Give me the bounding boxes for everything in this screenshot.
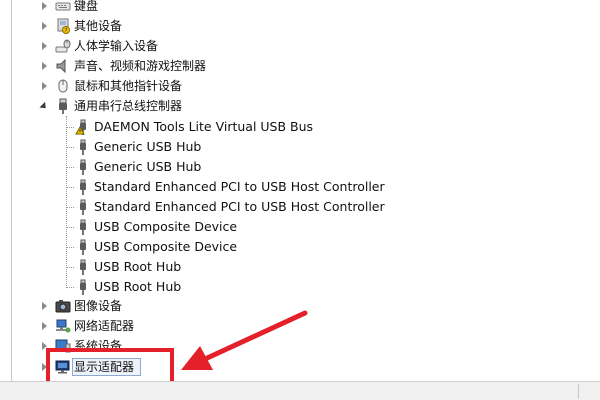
tree-guide-line xyxy=(66,167,74,168)
expand-arrow-icon[interactable] xyxy=(39,61,49,71)
tree-item-label: Generic USB Hub xyxy=(94,139,202,154)
expand-arrow-icon[interactable] xyxy=(39,301,49,311)
tree-guide-line xyxy=(66,207,74,208)
usb-plug-icon xyxy=(80,239,86,255)
expand-arrow-icon[interactable] xyxy=(39,21,49,31)
tree-item-label: 图像设备 xyxy=(74,299,123,313)
tree-guide-line xyxy=(66,287,74,288)
tree-guide-line xyxy=(66,247,74,248)
tree-item-imaging-devices[interactable]: 图像设备 xyxy=(38,296,122,316)
tree-item-label: USB Root Hub xyxy=(94,259,182,274)
usb-plug-icon xyxy=(80,179,86,195)
usb-plug-icon xyxy=(80,159,86,175)
usb-icon xyxy=(59,98,67,114)
unknown-device-icon: ? xyxy=(57,18,70,34)
speaker-icon xyxy=(56,58,66,74)
tree-item-label: 通用串行总线控制器 xyxy=(74,99,183,113)
expand-arrow-icon[interactable] xyxy=(39,1,49,11)
tree-guide-line xyxy=(66,116,67,288)
tree-item-generic-usb-hub[interactable]: Generic USB Hub xyxy=(75,137,201,157)
tree-item-label: Generic USB Hub xyxy=(94,159,202,174)
mouse-icon xyxy=(58,79,68,93)
tree-item-sound[interactable]: 声音、视频和游戏控制器 xyxy=(38,56,206,76)
expand-arrow-icon[interactable] xyxy=(39,81,49,91)
tree-item-label: DAEMON Tools Lite Virtual USB Bus xyxy=(94,119,314,134)
tree-guide-line xyxy=(66,127,74,128)
tree-item-hid[interactable]: 人体学输入设备 xyxy=(38,36,158,56)
pane-border xyxy=(11,0,12,381)
tree-item-label: USB Composite Device xyxy=(94,239,238,254)
tree-item-pci-usb-host-controller[interactable]: Standard Enhanced PCI to USB Host Contro… xyxy=(75,177,385,197)
expand-arrow-icon[interactable] xyxy=(39,41,49,51)
network-icon xyxy=(56,319,71,333)
tree-guide-line xyxy=(66,147,74,148)
svg-text:?: ? xyxy=(65,28,68,34)
tree-guide-line xyxy=(66,267,74,268)
usb-plug-icon xyxy=(80,139,86,155)
tree-item-daemon-tools-usb-bus[interactable]: DAEMON Tools Lite Virtual USB Bus xyxy=(75,117,313,137)
tree-item-label: 其他设备 xyxy=(74,19,123,33)
tree-guide-line xyxy=(66,187,74,188)
camera-icon xyxy=(55,300,71,313)
hid-icon xyxy=(55,39,71,53)
tree-item-network-adapters[interactable]: 网络适配器 xyxy=(38,316,134,336)
tree-item-generic-usb-hub[interactable]: Generic USB Hub xyxy=(75,157,201,177)
tree-item-label: 声音、视频和游戏控制器 xyxy=(74,59,207,73)
tree-item-label: USB Root Hub xyxy=(94,279,182,294)
tree-item-label: 网络适配器 xyxy=(74,319,135,333)
tree-guide-line xyxy=(66,227,74,228)
expand-arrow-icon[interactable] xyxy=(39,321,49,331)
tree-item-keyboard[interactable]: 键盘 xyxy=(38,0,98,16)
usb-plug-icon xyxy=(80,279,86,295)
collapse-arrow-icon[interactable] xyxy=(39,101,49,111)
tree-item-usb-composite-device[interactable]: USB Composite Device xyxy=(75,217,237,237)
tree-item-label: 键盘 xyxy=(74,0,99,13)
usb-plug-icon xyxy=(80,199,86,215)
tree-item-other-devices[interactable]: ? 其他设备 xyxy=(38,16,122,36)
tree-item-mouse[interactable]: 鼠标和其他指针设备 xyxy=(38,76,182,96)
usb-plug-icon xyxy=(80,219,86,235)
tree-item-label: 人体学输入设备 xyxy=(74,39,159,53)
tree-item-pci-usb-host-controller[interactable]: Standard Enhanced PCI to USB Host Contro… xyxy=(75,197,385,217)
tree-item-usb-root-hub[interactable]: USB Root Hub xyxy=(75,257,181,277)
tree-item-usb-root-hub[interactable]: USB Root Hub xyxy=(75,277,181,297)
usb-plug-icon xyxy=(80,259,86,275)
tree-item-usb-composite-device[interactable]: USB Composite Device xyxy=(75,237,237,257)
tree-item-label: USB Composite Device xyxy=(94,219,238,234)
tree-item-label: Standard Enhanced PCI to USB Host Contro… xyxy=(94,179,385,194)
tree-item-label: Standard Enhanced PCI to USB Host Contro… xyxy=(94,199,385,214)
tree-item-label: 鼠标和其他指针设备 xyxy=(74,79,183,93)
usb-warning-icon xyxy=(75,119,86,135)
keyboard-icon xyxy=(55,2,71,11)
status-bar-divider xyxy=(578,384,579,399)
status-bar xyxy=(0,381,600,400)
tree-item-usb-controllers[interactable]: 通用串行总线控制器 xyxy=(38,96,182,116)
device-manager-window: 键盘 ? 其他设备 人体学输入设备 声音、视频和游戏控制器 鼠标和其他指针设备 … xyxy=(0,0,600,400)
